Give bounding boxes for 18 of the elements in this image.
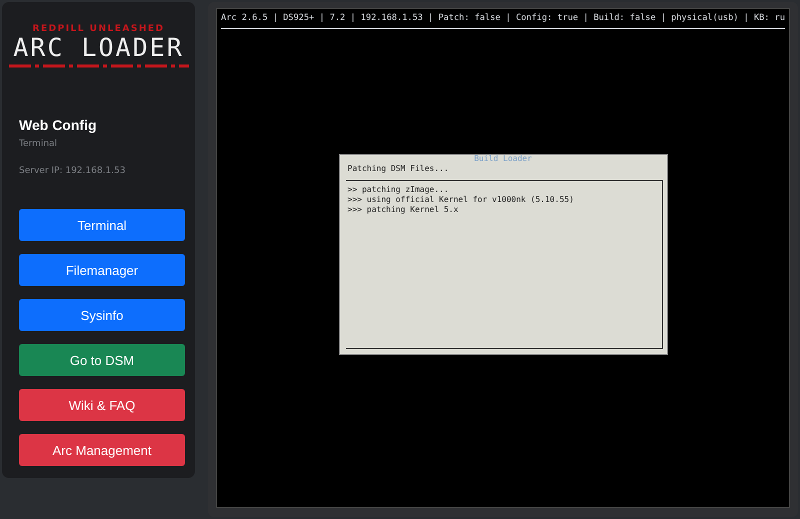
nav-button[interactable]: Filemanager (19, 254, 185, 286)
nav-button[interactable]: Arc Management (19, 434, 185, 466)
log-line: >> patching zImage... (348, 185, 449, 195)
log-line: >>> patching Kernel 5.x (348, 205, 458, 215)
page-subtitle: Terminal (19, 139, 58, 149)
server-ip: Server IP: 192.168.1.53 (19, 166, 126, 176)
nav-button[interactable]: Wiki & FAQ (19, 389, 185, 421)
dialog-title: Build Loader (473, 154, 533, 163)
logo-underline-icon (8, 64, 189, 68)
status-line: Arc 2.6.5 | DS925+ | 7.2 | 192.168.1.53 | Patch: false | Config: true | Build: false | physical(usb) | KB: ru (221, 12, 785, 24)
nav-button[interactable]: Sysinfo (19, 299, 185, 331)
dialog-message: Patching DSM Files... (346, 163, 450, 175)
nav-button[interactable]: Go to DSM (19, 344, 185, 376)
logo-title: ARC LOADER (13, 34, 184, 62)
nav-button[interactable]: Terminal (19, 209, 185, 241)
log-line: >>> using official Kernel for v1000nk (5.10.55) (348, 195, 574, 205)
page-heading: Web Config (19, 117, 97, 133)
logo-tagline: REDPILL UNLEASHED (32, 24, 164, 34)
